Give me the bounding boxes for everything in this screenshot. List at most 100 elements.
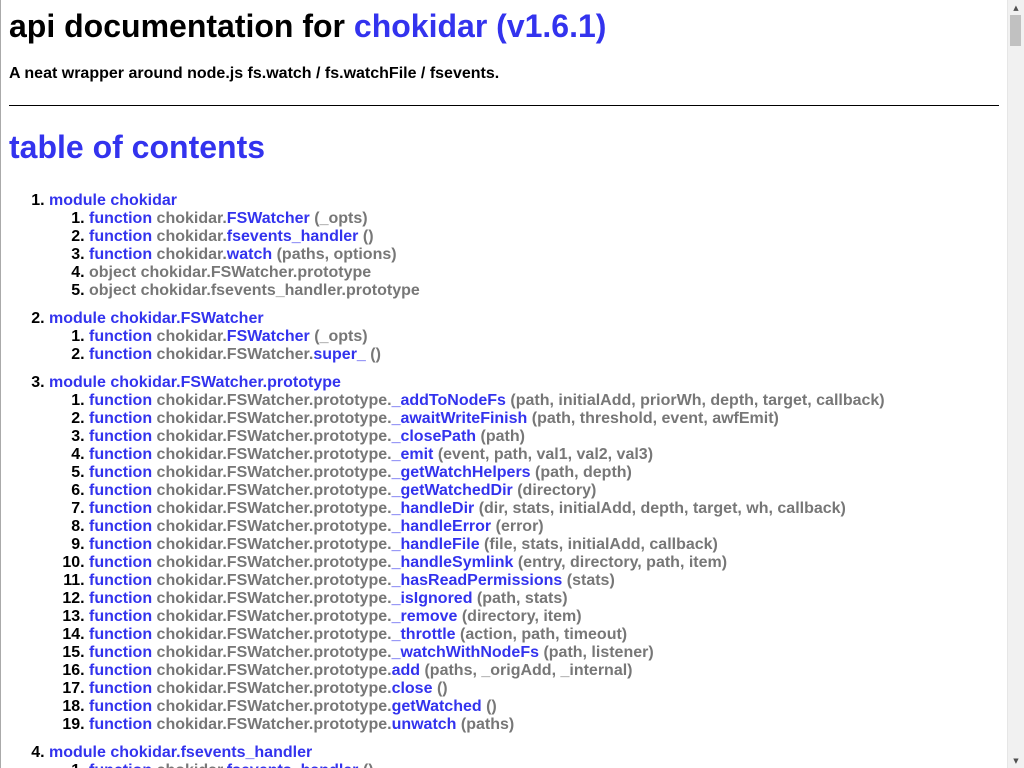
- module-link[interactable]: module chokidar.FSWatcher: [49, 310, 264, 327]
- toc-entry[interactable]: function chokidar.FSWatcher.prototype._h…: [89, 572, 1008, 590]
- toc-entry[interactable]: function chokidar.watch (paths, options): [89, 246, 1008, 264]
- entry-kind-link[interactable]: function: [89, 428, 152, 445]
- entry-kind-link[interactable]: function: [89, 246, 152, 263]
- toc-entry[interactable]: function chokidar.FSWatcher.prototype._w…: [89, 644, 1008, 662]
- entry-kind-link[interactable]: function: [89, 572, 152, 589]
- toc-entry[interactable]: function chokidar.FSWatcher.prototype._i…: [89, 590, 1008, 608]
- scroll-thumb[interactable]: [1010, 15, 1021, 46]
- entry-kind-link[interactable]: function: [89, 410, 152, 427]
- entry-name-link[interactable]: _handleFile: [392, 536, 480, 553]
- entry-name: chokidar.fsevents_handler.prototype: [140, 282, 420, 299]
- entry-name-link[interactable]: _hasReadPermissions: [392, 572, 563, 589]
- entry-args: (entry, directory, path, item): [517, 554, 728, 571]
- entry-kind-link[interactable]: function: [89, 716, 152, 733]
- entry-name-link[interactable]: _isIgnored: [392, 590, 473, 607]
- entry-kind-link[interactable]: function: [89, 210, 152, 227]
- entry-name-link[interactable]: _getWatchedDir: [392, 482, 513, 499]
- toc-entry[interactable]: function chokidar.FSWatcher.prototype.ge…: [89, 698, 1008, 716]
- entry-name-link[interactable]: _closePath: [392, 428, 476, 445]
- entry-name-link[interactable]: FSWatcher: [227, 210, 310, 227]
- package-link[interactable]: chokidar (v1.6.1): [354, 8, 607, 44]
- toc-entry[interactable]: function chokidar.FSWatcher.prototype._g…: [89, 482, 1008, 500]
- browser-viewport: api documentation for chokidar (v1.6.1) …: [0, 0, 1024, 768]
- toc-entry[interactable]: function chokidar.FSWatcher.prototype._t…: [89, 626, 1008, 644]
- entry-kind-link[interactable]: function: [89, 392, 152, 409]
- entry-name-link[interactable]: super_: [313, 346, 365, 363]
- entry-name-link[interactable]: fsevents_handler: [227, 762, 359, 768]
- module-link[interactable]: module chokidar: [49, 192, 177, 209]
- entry-name-link[interactable]: watch: [227, 246, 272, 263]
- entry-name-link[interactable]: getWatched: [392, 698, 482, 715]
- toc-entry[interactable]: function chokidar.FSWatcher.prototype._a…: [89, 392, 1008, 410]
- entry-kind-link[interactable]: function: [89, 554, 152, 571]
- entry-kind-link[interactable]: function: [89, 518, 152, 535]
- entry-name-link[interactable]: FSWatcher: [227, 328, 310, 345]
- toc-entry[interactable]: function chokidar.FSWatcher.prototype.un…: [89, 716, 1008, 734]
- entry-args: (_opts): [314, 328, 368, 345]
- entry-name-link[interactable]: _handleSymlink: [392, 554, 514, 571]
- toc-entry[interactable]: function chokidar.FSWatcher.prototype._a…: [89, 410, 1008, 428]
- entry-name-link[interactable]: _handleError: [392, 518, 492, 535]
- entry-kind-link[interactable]: function: [89, 698, 152, 715]
- entry-kind-link[interactable]: function: [89, 762, 152, 768]
- entry-name-link[interactable]: _watchWithNodeFs: [392, 644, 539, 661]
- entry-kind-link[interactable]: function: [89, 464, 152, 481]
- entry-kind-link[interactable]: function: [89, 346, 152, 363]
- entry-name-link[interactable]: _remove: [392, 608, 458, 625]
- entry-name-link[interactable]: _getWatchHelpers: [392, 464, 531, 481]
- entry-kind-link[interactable]: function: [89, 626, 152, 643]
- toc-entry[interactable]: function chokidar.FSWatcher.prototype._e…: [89, 446, 1008, 464]
- toc-entry[interactable]: function chokidar.FSWatcher.prototype._r…: [89, 608, 1008, 626]
- entry-kind-link[interactable]: function: [89, 662, 152, 679]
- toc-entry[interactable]: object chokidar.FSWatcher.prototype: [89, 264, 1008, 282]
- entry-name-link[interactable]: fsevents_handler: [227, 228, 359, 245]
- module-link[interactable]: module chokidar.FSWatcher.prototype: [49, 374, 341, 391]
- toc-entry[interactable]: function chokidar.fsevents_handler (): [89, 228, 1008, 246]
- toc-entry[interactable]: function chokidar.FSWatcher.prototype._g…: [89, 464, 1008, 482]
- toc-entry[interactable]: function chokidar.FSWatcher.prototype._h…: [89, 518, 1008, 536]
- entry-name-link[interactable]: close: [392, 680, 433, 697]
- entry-args: (action, path, timeout): [460, 626, 628, 643]
- toc-entry[interactable]: function chokidar.FSWatcher (_opts): [89, 328, 1008, 346]
- entry-kind-link[interactable]: function: [89, 680, 152, 697]
- toc-entry[interactable]: function chokidar.FSWatcher.prototype._c…: [89, 428, 1008, 446]
- entry-kind-link[interactable]: function: [89, 328, 152, 345]
- entry-name-link[interactable]: unwatch: [392, 716, 457, 733]
- toc-entry[interactable]: function chokidar.FSWatcher.prototype.ad…: [89, 662, 1008, 680]
- toc-entry[interactable]: function chokidar.FSWatcher (_opts): [89, 210, 1008, 228]
- entry-namespace: chokidar.FSWatcher.prototype.: [156, 392, 392, 409]
- entry-kind-link[interactable]: function: [89, 500, 152, 517]
- scroll-up-button[interactable]: ▲: [1008, 0, 1024, 15]
- entry-kind-link[interactable]: function: [89, 482, 152, 499]
- entry-kind-link[interactable]: function: [89, 590, 152, 607]
- entry-kind-link[interactable]: function: [89, 446, 152, 463]
- toc-entry[interactable]: function chokidar.FSWatcher.prototype.cl…: [89, 680, 1008, 698]
- toc-entry[interactable]: function chokidar.FSWatcher.prototype._h…: [89, 500, 1008, 518]
- entry-namespace: chokidar.FSWatcher.prototype.: [156, 698, 392, 715]
- entry-name-link[interactable]: add: [392, 662, 420, 679]
- toc-entry[interactable]: function chokidar.FSWatcher.prototype._h…: [89, 554, 1008, 572]
- entry-kind-link[interactable]: function: [89, 536, 152, 553]
- entry-kind-link[interactable]: function: [89, 644, 152, 661]
- entry-name-link[interactable]: _emit: [392, 446, 434, 463]
- entry-namespace: chokidar.FSWatcher.prototype.: [156, 518, 392, 535]
- toc-entry[interactable]: object chokidar.fsevents_handler.prototy…: [89, 282, 1008, 300]
- entry-namespace: chokidar.FSWatcher.prototype.: [156, 410, 392, 427]
- entry-name-link[interactable]: _addToNodeFs: [392, 392, 506, 409]
- vertical-scrollbar[interactable]: ▲ ▼: [1007, 0, 1024, 768]
- entry-name-link[interactable]: _awaitWriteFinish: [392, 410, 528, 427]
- entry-namespace: chokidar.FSWatcher.prototype.: [156, 680, 392, 697]
- entry-kind-link[interactable]: function: [89, 228, 152, 245]
- entry-name-link[interactable]: _throttle: [392, 626, 456, 643]
- toc-entry[interactable]: function chokidar.FSWatcher.super_ (): [89, 346, 1008, 364]
- entry-name: chokidar.FSWatcher.prototype: [140, 264, 372, 281]
- module-link[interactable]: module chokidar.fsevents_handler: [49, 744, 312, 761]
- toc-entry[interactable]: function chokidar.fsevents_handler (): [89, 762, 1008, 768]
- module-item: module chokidar.FSWatcherfunction chokid…: [49, 310, 1008, 364]
- entry-name-link[interactable]: _handleDir: [392, 500, 475, 517]
- entry-namespace: chokidar.FSWatcher.prototype.: [156, 500, 392, 517]
- toc-entry[interactable]: function chokidar.FSWatcher.prototype._h…: [89, 536, 1008, 554]
- entry-args: (): [486, 698, 497, 715]
- entry-kind-link[interactable]: function: [89, 608, 152, 625]
- scroll-down-button[interactable]: ▼: [1008, 753, 1024, 768]
